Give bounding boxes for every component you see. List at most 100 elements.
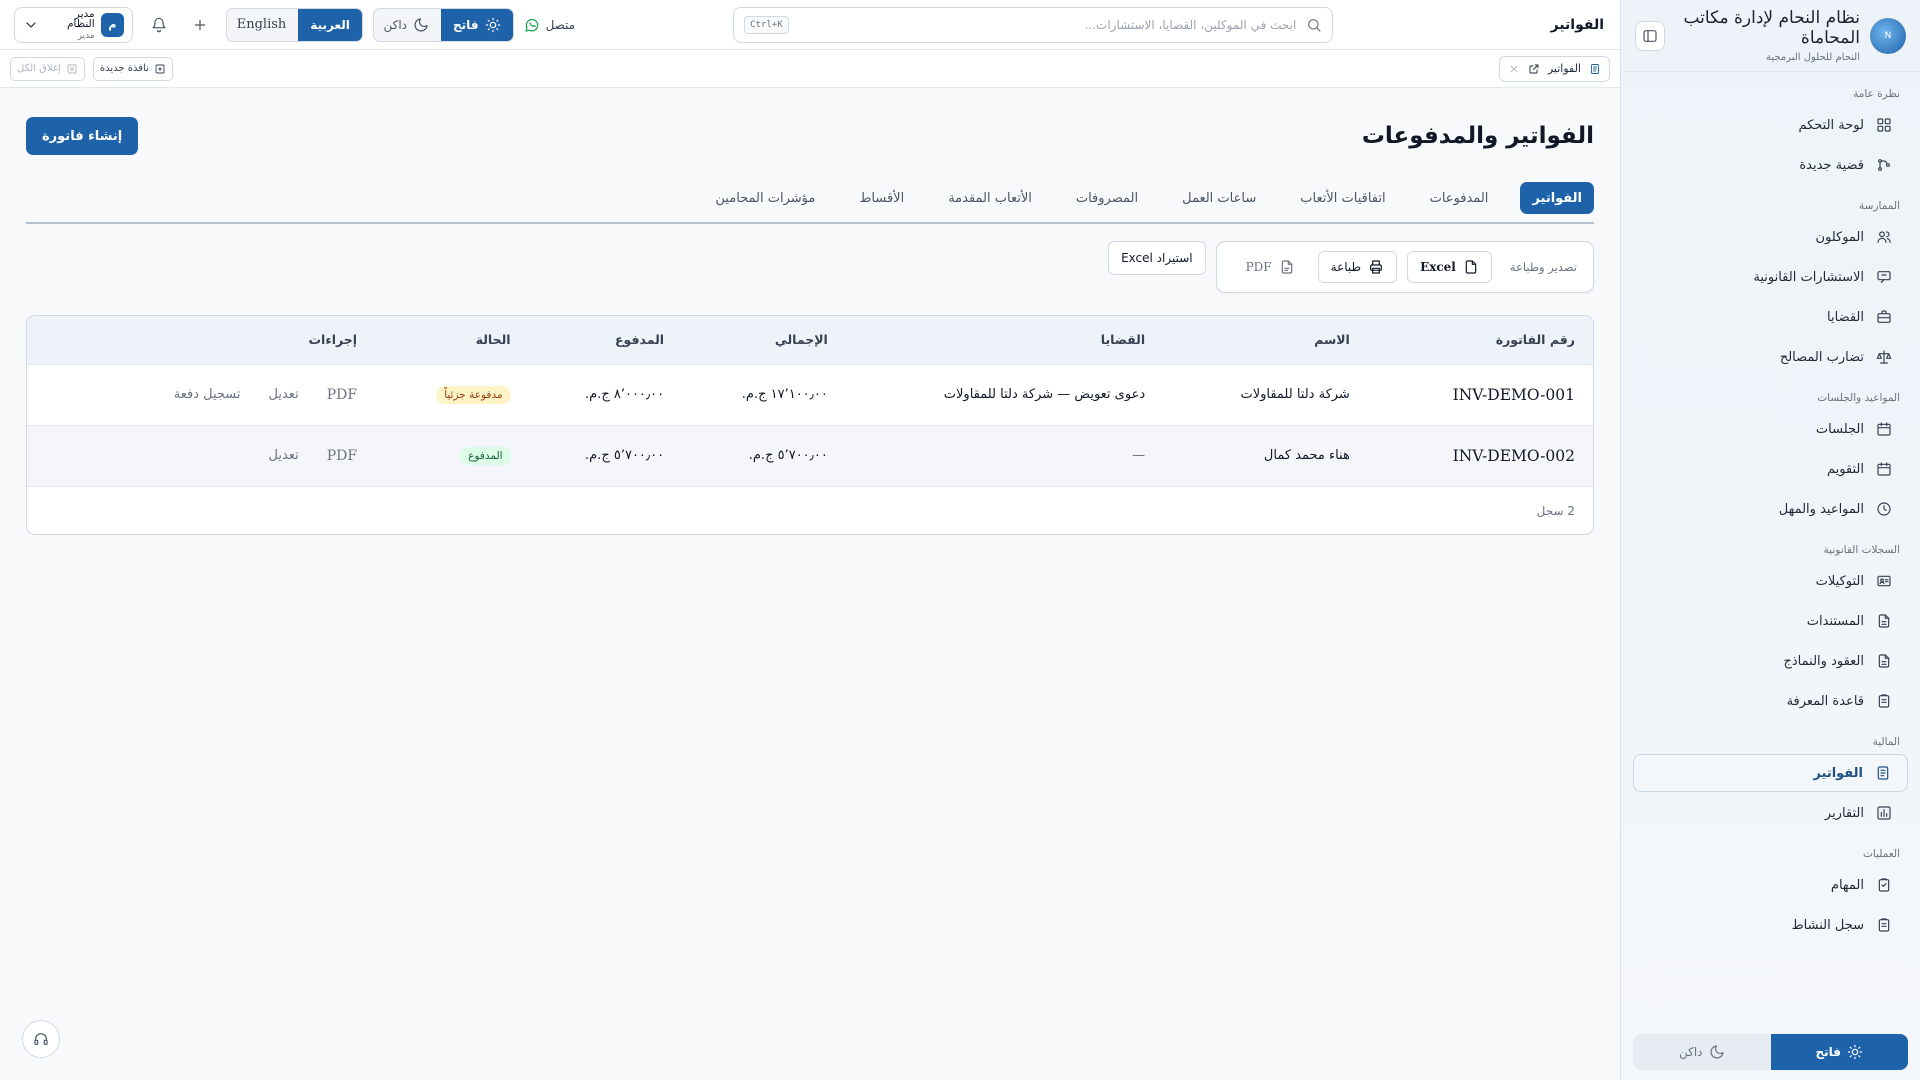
brand: نظام النحام لإدارة مكاتب المحاماة النحام… (1675, 8, 1860, 63)
content: الفواتير والمدفوعات إنشاء فاتورة الفواتي… (0, 88, 1620, 535)
sidebar-item-label: تضارب المصالح (1779, 349, 1864, 365)
lang-ar-option[interactable]: العربية (298, 8, 362, 41)
tab-2[interactable]: المدفوعات (1418, 182, 1501, 214)
sidebar: N نظام النحام لإدارة مكاتب المحاماة النح… (1620, 0, 1920, 1080)
tab-6[interactable]: الأتعاب المقدمة (936, 182, 1044, 214)
sidebar-item-label: الموكلون (1815, 229, 1864, 245)
user-name: مدير النظام (67, 7, 95, 30)
import-excel-button[interactable]: استيراد Excel (1108, 241, 1206, 275)
sidebar-item-label: المواعيد والمهل (1778, 501, 1864, 517)
sidebar-header: N نظام النحام لإدارة مكاتب المحاماة النح… (1621, 0, 1920, 72)
sidebar-item-id-card[interactable]: التوكيلات (1633, 562, 1908, 600)
row-record-payment-link[interactable]: تسجيل دفعة (174, 387, 241, 402)
consultation-icon (1874, 269, 1892, 285)
close-all-button[interactable]: إغلاق الكل (10, 56, 85, 81)
finance-tabs: الفواتير المدفوعات اتفاقيات الأتعاب ساعات ا… (26, 182, 1594, 224)
whatsapp-icon (524, 17, 540, 33)
sidebar-item-scale[interactable]: تضارب المصالح (1633, 338, 1908, 376)
sidebar-item-calendar[interactable]: الجلسات (1633, 410, 1908, 448)
chevron-down-icon (23, 17, 39, 33)
table-body: INV-DEMO-001 شركة دلتا للمقاولات دعوى تعوي… (27, 364, 1593, 486)
clipboard-icon (1874, 917, 1892, 933)
brand-logo: N (1870, 17, 1906, 54)
sidebar-item-label: قضية جديدة (1799, 157, 1864, 173)
lang-en-option[interactable]: English (227, 9, 298, 41)
bar-chart-icon (1874, 805, 1892, 821)
sidebar-section-title: السجلات القانونية (1823, 544, 1900, 556)
row-pdf-link[interactable]: PDF (327, 448, 357, 464)
column-header: رقم الفاتورة (1495, 332, 1575, 348)
close-icon[interactable] (1508, 63, 1520, 75)
actions-cell: PDF تعديل (27, 425, 375, 486)
tab-1[interactable]: الفواتير (1520, 182, 1594, 214)
plus-icon[interactable] (185, 9, 216, 41)
search-input[interactable]: ابحث في الموكلين، القضايا، الاستشارات... (799, 18, 1297, 32)
headset-icon[interactable] (22, 1020, 60, 1058)
status-badge: مدفوعة جزئياً (436, 385, 511, 404)
row-pdf-link[interactable]: PDF (327, 387, 357, 403)
topbar-page-name: الفواتير (1550, 16, 1604, 33)
sun-icon (485, 17, 501, 33)
case-cell: دعوى تعويض — شركة دلتا للمقاولات (943, 387, 1146, 402)
sidebar-item-dashboard[interactable]: لوحة التحكم (1633, 106, 1908, 144)
sidebar-item-clipboard[interactable]: قاعدة المعرفة (1633, 682, 1908, 720)
tab-5[interactable]: المصروفات (1064, 182, 1150, 214)
row-actions: PDF تعديل (45, 448, 358, 464)
sidebar-item-label: سجل النشاط (1791, 917, 1864, 933)
clock-icon (1874, 501, 1892, 517)
sidebar-item-bar-chart[interactable]: التقارير (1633, 794, 1908, 832)
sidebar-nav: نظرة عامة لوحة التحكم قضية جديدة الممارسة ال… (1621, 88, 1920, 944)
new-window-button[interactable]: نافذة جديدة (92, 56, 173, 81)
search-shortcut: Ctrl+K (744, 15, 789, 34)
print-button[interactable]: طباعة (1317, 251, 1398, 283)
tab-7[interactable]: الأقساط (847, 182, 916, 214)
sidebar-section-title: الممارسة (1859, 200, 1900, 212)
search-box[interactable]: ابحث في الموكلين، القضايا، الاستشارات...… (733, 6, 1334, 43)
sidebar-item-users[interactable]: الموكلون (1633, 218, 1908, 256)
sidebar-collapse-icon[interactable] (1635, 20, 1665, 51)
external-link-icon[interactable] (1528, 63, 1540, 75)
sidebar-item-calendar[interactable]: التقويم (1633, 450, 1908, 488)
row-edit-link[interactable]: تعديل (269, 387, 299, 402)
sidebar-item-file[interactable]: المستندات (1633, 602, 1908, 640)
sidebar-item-invoice[interactable]: الفواتير (1633, 754, 1908, 792)
new-window-label: نافذة جديدة (99, 63, 149, 74)
close-all-label: إغلاق الكل (17, 63, 61, 74)
create-invoice-button[interactable]: إنشاء فاتورة (26, 117, 139, 155)
sidebar-item-briefcase[interactable]: القضايا (1633, 298, 1908, 336)
total-cell: ١٧٬١٠٠٫٠٠ ج.م. (741, 387, 828, 402)
sidebar-item-clipboard[interactable]: سجل النشاط (1633, 906, 1908, 944)
sidebar-item-label: العقود والنماذج (1783, 653, 1865, 669)
theme-light-option[interactable]: فاتح (441, 8, 513, 41)
avatar: م (100, 12, 125, 37)
column-header: إجراءات (308, 332, 358, 348)
sidebar-theme-light[interactable]: فاتح (1770, 1034, 1908, 1070)
open-tab-invoices[interactable]: الفواتير (1498, 55, 1610, 82)
name-cell: هناء محمد كمال (1263, 448, 1350, 464)
brand-title: نظام النحام لإدارة مكاتب المحاماة (1683, 8, 1860, 48)
export-excel-button[interactable]: Excel (1407, 251, 1492, 283)
sidebar-item-tasks[interactable]: المهام (1633, 866, 1908, 904)
page-title: الفواتير والمدفوعات (1361, 123, 1594, 149)
sidebar-item-file[interactable]: العقود والنماذج (1633, 642, 1908, 680)
theme-dark-option[interactable]: داكن (374, 9, 441, 41)
status-cell: المدفوع (375, 425, 529, 486)
sidebar-item-label: التقارير (1824, 805, 1864, 821)
id-card-icon (1874, 573, 1892, 589)
tab-8[interactable]: مؤشرات المحامين (703, 182, 827, 214)
export-pdf-button[interactable]: PDF (1232, 251, 1308, 283)
tab-4[interactable]: ساعات العمل (1170, 182, 1268, 214)
sidebar-item-clock[interactable]: المواعيد والمهل (1633, 490, 1908, 528)
dashboard-icon (1874, 117, 1892, 133)
sidebar-item-consultation[interactable]: الاستشارات القانونية (1633, 258, 1908, 296)
briefcase-icon (1874, 309, 1892, 325)
tab-3[interactable]: اتفاقيات الأتعاب (1288, 182, 1397, 214)
row-edit-link[interactable]: تعديل (269, 448, 299, 463)
bell-icon[interactable] (143, 9, 174, 41)
user-menu[interactable]: م مدير النظام مدير (14, 6, 134, 43)
sidebar-theme-dark[interactable]: داكن (1633, 1034, 1771, 1070)
sidebar-item-new-case[interactable]: قضية جديدة (1633, 146, 1908, 184)
sidebar-section-title: المالية (1872, 736, 1900, 748)
sidebar-item-label: الاستشارات القانونية (1753, 269, 1864, 285)
excel-label: Excel (1420, 260, 1456, 274)
